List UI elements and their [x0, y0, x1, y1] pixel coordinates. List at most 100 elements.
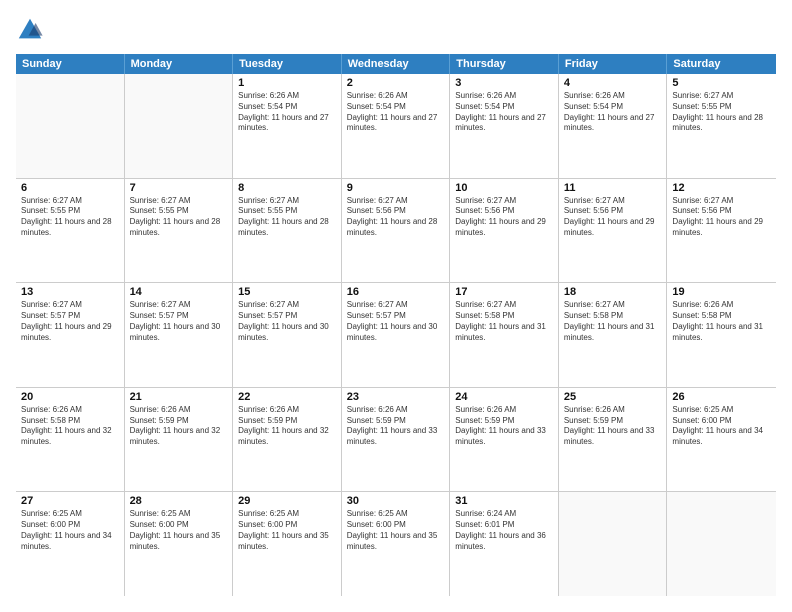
cell-info: Sunrise: 6:25 AM Sunset: 6:00 PM Dayligh…: [130, 509, 228, 552]
day-number: 10: [455, 182, 553, 194]
calendar-cell: 17 Sunrise: 6:27 AM Sunset: 5:58 PM Dayli…: [450, 283, 559, 387]
cell-info: Sunrise: 6:26 AM Sunset: 5:59 PM Dayligh…: [238, 405, 336, 448]
calendar-cell: 8 Sunrise: 6:27 AM Sunset: 5:55 PM Daylig…: [233, 179, 342, 283]
cell-info: Sunrise: 6:27 AM Sunset: 5:57 PM Dayligh…: [238, 300, 336, 343]
calendar-cell: 24 Sunrise: 6:26 AM Sunset: 5:59 PM Dayli…: [450, 388, 559, 492]
calendar-cell: 11 Sunrise: 6:27 AM Sunset: 5:56 PM Dayli…: [559, 179, 668, 283]
cell-info: Sunrise: 6:27 AM Sunset: 5:57 PM Dayligh…: [347, 300, 445, 343]
day-number: 1: [238, 77, 336, 89]
page: SundayMondayTuesdayWednesdayThursdayFrid…: [0, 0, 792, 612]
calendar: SundayMondayTuesdayWednesdayThursdayFrid…: [16, 54, 776, 596]
cell-info: Sunrise: 6:26 AM Sunset: 5:59 PM Dayligh…: [130, 405, 228, 448]
calendar-cell: 25 Sunrise: 6:26 AM Sunset: 5:59 PM Dayli…: [559, 388, 668, 492]
day-number: 11: [564, 182, 662, 194]
header: [16, 16, 776, 44]
day-number: 20: [21, 391, 119, 403]
calendar-cell: 4 Sunrise: 6:26 AM Sunset: 5:54 PM Daylig…: [559, 74, 668, 178]
calendar-week: 6 Sunrise: 6:27 AM Sunset: 5:55 PM Daylig…: [16, 179, 776, 284]
logo-icon: [16, 16, 44, 44]
cell-info: Sunrise: 6:27 AM Sunset: 5:56 PM Dayligh…: [564, 196, 662, 239]
calendar-cell: 15 Sunrise: 6:27 AM Sunset: 5:57 PM Dayli…: [233, 283, 342, 387]
cell-info: Sunrise: 6:24 AM Sunset: 6:01 PM Dayligh…: [455, 509, 553, 552]
cell-info: Sunrise: 6:25 AM Sunset: 6:00 PM Dayligh…: [238, 509, 336, 552]
calendar-cell: [125, 74, 234, 178]
day-number: 13: [21, 286, 119, 298]
cell-info: Sunrise: 6:27 AM Sunset: 5:58 PM Dayligh…: [455, 300, 553, 343]
day-number: 12: [672, 182, 771, 194]
calendar-cell: 3Sunrise: 6:26 AM Sunset: 5:54 PM Daylig…: [450, 74, 559, 178]
logo: [16, 16, 48, 44]
calendar-cell: 22 Sunrise: 6:26 AM Sunset: 5:59 PM Dayli…: [233, 388, 342, 492]
calendar-body: 1 Sunrise: 6:26 AM Sunset: 5:54 PM Daylig…: [16, 74, 776, 596]
day-number: 26: [672, 391, 771, 403]
day-number: 15: [238, 286, 336, 298]
calendar-cell: 10Sunrise: 6:27 AM Sunset: 5:56 PM Dayli…: [450, 179, 559, 283]
cell-info: Sunrise: 6:27 AM Sunset: 5:56 PM Dayligh…: [347, 196, 445, 239]
calendar-cell: 26 Sunrise: 6:25 AM Sunset: 6:00 PM Dayli…: [667, 388, 776, 492]
day-number: 27: [21, 495, 119, 507]
cell-info: Sunrise: 6:26 AM Sunset: 5:54 PM Dayligh…: [455, 91, 553, 134]
day-number: 14: [130, 286, 228, 298]
calendar-week: 1 Sunrise: 6:26 AM Sunset: 5:54 PM Daylig…: [16, 74, 776, 179]
cell-info: Sunrise: 6:26 AM Sunset: 5:54 PM Dayligh…: [347, 91, 445, 134]
calendar-cell: [16, 74, 125, 178]
cell-info: Sunrise: 6:25 AM Sunset: 6:00 PM Dayligh…: [672, 405, 771, 448]
day-number: 30: [347, 495, 445, 507]
calendar-week: 20Sunrise: 6:26 AM Sunset: 5:58 PM Dayli…: [16, 388, 776, 493]
calendar-cell: 21 Sunrise: 6:26 AM Sunset: 5:59 PM Dayli…: [125, 388, 234, 492]
calendar-cell: 20Sunrise: 6:26 AM Sunset: 5:58 PM Dayli…: [16, 388, 125, 492]
calendar-cell: 31Sunrise: 6:24 AM Sunset: 6:01 PM Dayli…: [450, 492, 559, 596]
day-number: 7: [130, 182, 228, 194]
day-number: 24: [455, 391, 553, 403]
calendar-cell: 1 Sunrise: 6:26 AM Sunset: 5:54 PM Daylig…: [233, 74, 342, 178]
cell-info: Sunrise: 6:27 AM Sunset: 5:58 PM Dayligh…: [564, 300, 662, 343]
day-number: 19: [672, 286, 771, 298]
calendar-cell: 13Sunrise: 6:27 AM Sunset: 5:57 PM Dayli…: [16, 283, 125, 387]
cell-info: Sunrise: 6:25 AM Sunset: 6:00 PM Dayligh…: [347, 509, 445, 552]
header-day: Saturday: [667, 54, 776, 74]
day-number: 2: [347, 77, 445, 89]
day-number: 28: [130, 495, 228, 507]
cell-info: Sunrise: 6:26 AM Sunset: 5:54 PM Dayligh…: [238, 91, 336, 134]
day-number: 16: [347, 286, 445, 298]
cell-info: Sunrise: 6:27 AM Sunset: 5:55 PM Dayligh…: [672, 91, 771, 134]
cell-info: Sunrise: 6:27 AM Sunset: 5:55 PM Dayligh…: [130, 196, 228, 239]
calendar-cell: 9Sunrise: 6:27 AM Sunset: 5:56 PM Daylig…: [342, 179, 451, 283]
day-number: 4: [564, 77, 662, 89]
calendar-cell: 5 Sunrise: 6:27 AM Sunset: 5:55 PM Daylig…: [667, 74, 776, 178]
cell-info: Sunrise: 6:27 AM Sunset: 5:57 PM Dayligh…: [130, 300, 228, 343]
day-number: 29: [238, 495, 336, 507]
header-day: Thursday: [450, 54, 559, 74]
cell-info: Sunrise: 6:27 AM Sunset: 5:55 PM Dayligh…: [21, 196, 119, 239]
calendar-cell: 27 Sunrise: 6:25 AM Sunset: 6:00 PM Dayli…: [16, 492, 125, 596]
calendar-cell: 7 Sunrise: 6:27 AM Sunset: 5:55 PM Daylig…: [125, 179, 234, 283]
day-number: 25: [564, 391, 662, 403]
calendar-cell: 29 Sunrise: 6:25 AM Sunset: 6:00 PM Dayli…: [233, 492, 342, 596]
cell-info: Sunrise: 6:27 AM Sunset: 5:55 PM Dayligh…: [238, 196, 336, 239]
calendar-cell: 30 Sunrise: 6:25 AM Sunset: 6:00 PM Dayli…: [342, 492, 451, 596]
calendar-cell: [667, 492, 776, 596]
cell-info: Sunrise: 6:25 AM Sunset: 6:00 PM Dayligh…: [21, 509, 119, 552]
calendar-week: 27 Sunrise: 6:25 AM Sunset: 6:00 PM Dayli…: [16, 492, 776, 596]
day-number: 17: [455, 286, 553, 298]
calendar-week: 13 Sunrise: 6:27 AM Sunset: 5:57 PM Dayli…: [16, 283, 776, 388]
day-number: 22: [238, 391, 336, 403]
cell-info: Sunrise: 6:27 AM Sunset: 5:56 PM Dayligh…: [672, 196, 771, 239]
day-number: 8: [238, 182, 336, 194]
header-day: Sunday: [16, 54, 125, 74]
cell-info: Sunrise: 6:26 AM Sunset: 5:59 PM Dayligh…: [455, 405, 553, 448]
calendar-cell: 19 Sunrise: 6:26 AM Sunset: 5:58 PM Dayli…: [667, 283, 776, 387]
cell-info: Sunrise: 6:26 AM Sunset: 5:59 PM Dayligh…: [347, 405, 445, 448]
calendar-cell: 14 Sunrise: 6:27 AM Sunset: 5:57 PM Dayli…: [125, 283, 234, 387]
day-number: 6: [21, 182, 119, 194]
calendar-cell: 18Sunrise: 6:27 AM Sunset: 5:58 PM Dayli…: [559, 283, 668, 387]
day-number: 5: [672, 77, 771, 89]
calendar-header: SundayMondayTuesdayWednesdayThursdayFrid…: [16, 54, 776, 74]
cell-info: Sunrise: 6:26 AM Sunset: 5:54 PM Dayligh…: [564, 91, 662, 134]
cell-info: Sunrise: 6:26 AM Sunset: 5:58 PM Dayligh…: [672, 300, 771, 343]
header-day: Wednesday: [342, 54, 451, 74]
calendar-cell: 16 Sunrise: 6:27 AM Sunset: 5:57 PM Dayli…: [342, 283, 451, 387]
day-number: 23: [347, 391, 445, 403]
day-number: 21: [130, 391, 228, 403]
cell-info: Sunrise: 6:26 AM Sunset: 5:59 PM Dayligh…: [564, 405, 662, 448]
